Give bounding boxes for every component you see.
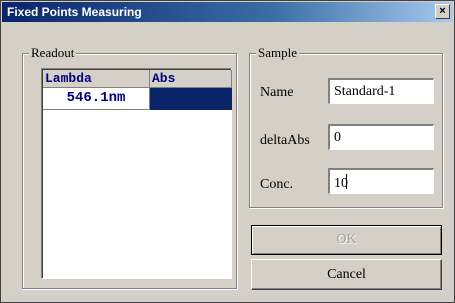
sample-group-label: Sample bbox=[256, 45, 299, 61]
column-header-lambda[interactable]: Lambda bbox=[43, 70, 150, 88]
cell-abs-selected[interactable] bbox=[150, 88, 232, 110]
sample-group: Sample Name Standard-1 deltaAbs 0 Conc. … bbox=[249, 45, 443, 208]
delta-abs-field-value: 0 bbox=[334, 130, 341, 145]
delta-abs-field[interactable]: 0 bbox=[328, 124, 434, 150]
readout-list-body: Lambda Abs 546.1nm bbox=[42, 69, 232, 278]
close-icon: × bbox=[439, 5, 446, 17]
ok-button[interactable]: OK bbox=[251, 225, 442, 255]
column-header-abs[interactable]: Abs bbox=[150, 70, 232, 88]
readout-list[interactable]: Lambda Abs 546.1nm bbox=[41, 68, 232, 279]
cancel-button[interactable]: Cancel bbox=[251, 259, 442, 290]
title-bar[interactable]: Fixed Points Measuring × bbox=[2, 2, 453, 22]
name-field-value: Standard-1 bbox=[334, 84, 396, 99]
name-field[interactable]: Standard-1 bbox=[328, 78, 434, 104]
conc-field[interactable]: 10 bbox=[328, 168, 434, 194]
fixed-points-dialog: Fixed Points Measuring × Readout Lambda … bbox=[0, 0, 455, 303]
table-row[interactable]: 546.1nm bbox=[43, 88, 232, 110]
readout-group-label: Readout bbox=[29, 45, 77, 61]
window-title: Fixed Points Measuring bbox=[7, 5, 142, 19]
cell-lambda[interactable]: 546.1nm bbox=[43, 88, 150, 110]
readout-group: Readout Lambda Abs 546.1nm bbox=[22, 45, 237, 289]
text-caret bbox=[346, 174, 347, 189]
close-button[interactable]: × bbox=[435, 4, 450, 19]
delta-abs-label: deltaAbs bbox=[260, 133, 310, 148]
name-label: Name bbox=[260, 85, 294, 100]
conc-label: Conc. bbox=[260, 177, 294, 192]
